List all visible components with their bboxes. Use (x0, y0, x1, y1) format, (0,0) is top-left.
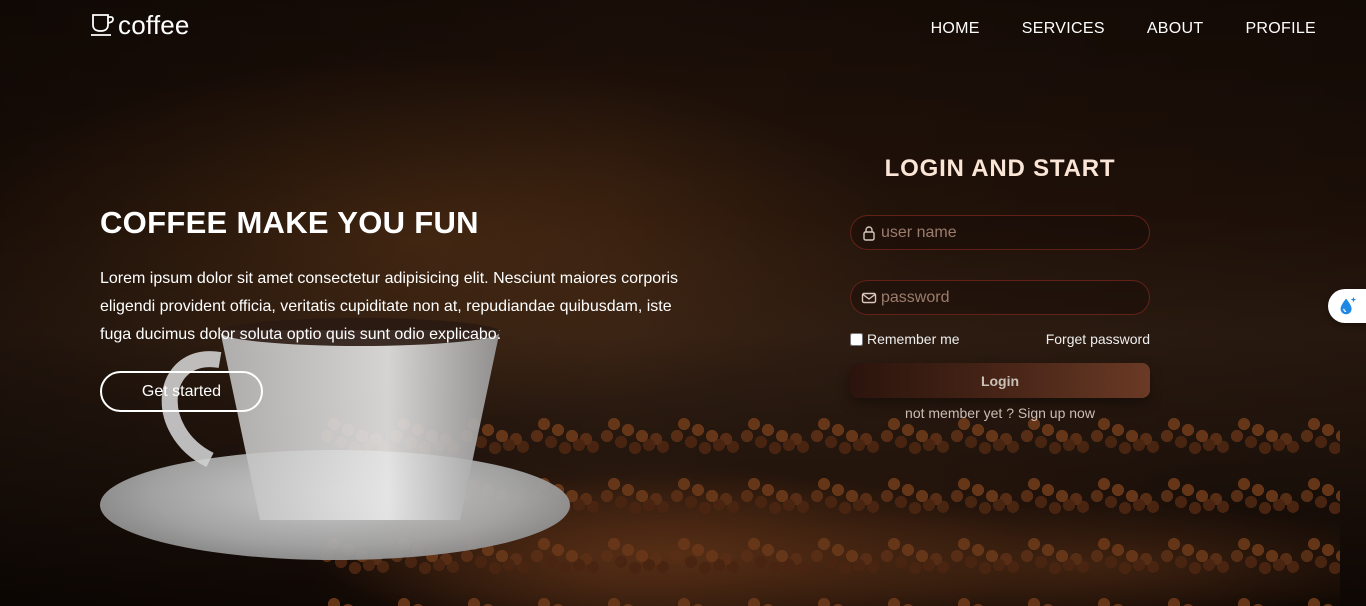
site-header: coffee HOME SERVICES ABOUT PROFILE (0, 0, 1366, 60)
login-button[interactable]: Login (850, 363, 1150, 398)
signup-link[interactable]: Sign up now (1018, 405, 1095, 421)
remember-me-label: Remember me (867, 331, 960, 347)
password-input[interactable] (881, 288, 1121, 307)
hero-title: COFFEE MAKE YOU FUN (100, 205, 479, 240)
nav-home[interactable]: HOME (931, 20, 980, 38)
brand-name: coffee (118, 10, 190, 40)
hero-description: Lorem ipsum dolor sit amet consectetur a… (100, 270, 679, 343)
nav-profile[interactable]: PROFILE (1245, 20, 1316, 38)
envelope-icon (861, 290, 877, 306)
floating-widget-button[interactable] (1328, 289, 1366, 323)
get-started-button[interactable]: Get started (100, 371, 263, 412)
username-input[interactable] (881, 223, 1121, 242)
nav-about[interactable]: ABOUT (1147, 20, 1204, 38)
brand-logo[interactable]: coffee (90, 12, 190, 38)
hero-section: COFFEE MAKE YOU FUN Lorem ipsum dolor si… (100, 205, 700, 412)
water-drop-sparkle-icon (1340, 296, 1357, 315)
lock-icon (861, 225, 877, 241)
login-title: LOGIN AND START (884, 155, 1116, 182)
username-field[interactable] (850, 215, 1150, 250)
forget-password-link[interactable]: Forget password (1046, 331, 1150, 347)
remember-me[interactable]: Remember me (850, 331, 960, 347)
main-nav: HOME SERVICES ABOUT PROFILE (931, 20, 1316, 38)
password-field[interactable] (850, 280, 1150, 315)
signup-prefix: not member yet ? (905, 405, 1018, 421)
nav-services[interactable]: SERVICES (1022, 20, 1105, 38)
coffee-cup-icon (91, 14, 114, 36)
remember-me-checkbox[interactable] (850, 332, 863, 346)
login-panel: LOGIN AND START Remember me Forget passw… (850, 155, 1150, 421)
login-options-row: Remember me Forget password (850, 331, 1150, 347)
signup-prompt: not member yet ? Sign up now (850, 405, 1150, 421)
